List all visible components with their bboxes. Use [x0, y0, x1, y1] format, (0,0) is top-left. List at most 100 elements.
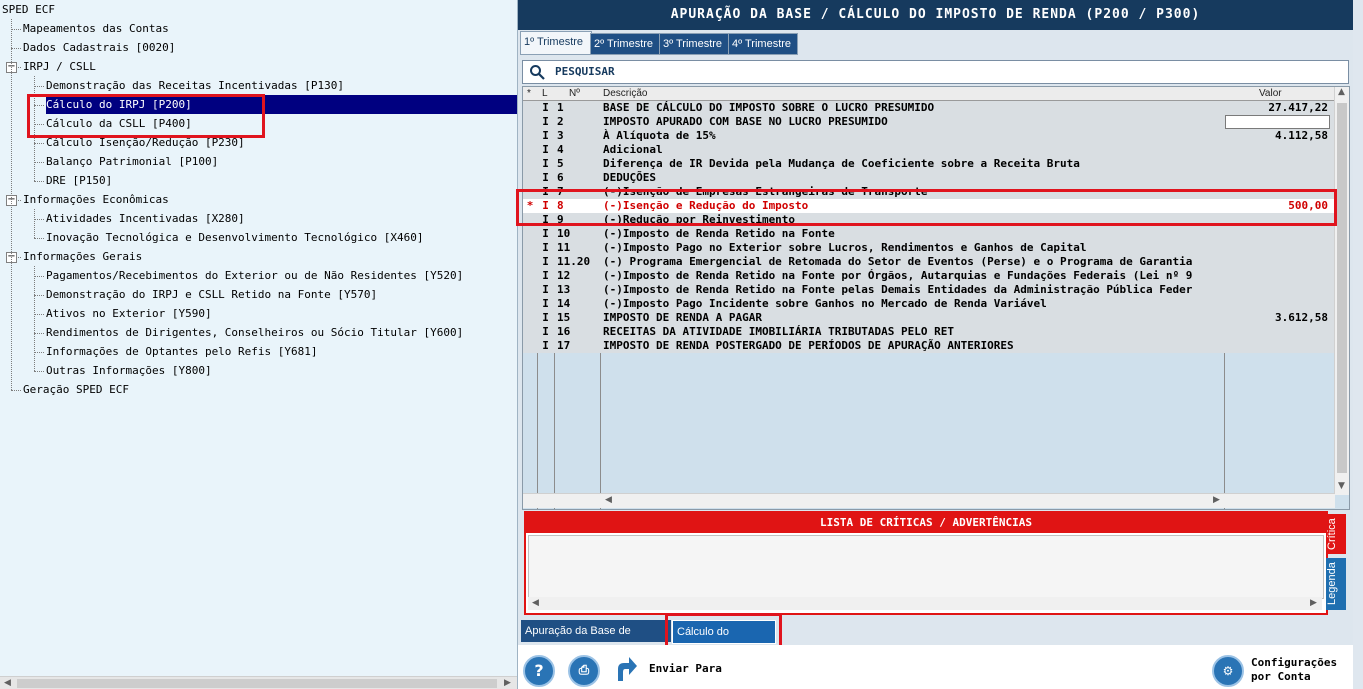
tab-2nd-quarter[interactable]: 2º Trimestre — [590, 33, 660, 55]
header-star: * — [527, 88, 531, 99]
enviar-label[interactable]: Enviar Para — [649, 662, 722, 675]
config-label-line1[interactable]: Configurações — [1251, 656, 1337, 669]
cell-valor[interactable]: 500,00 — [1225, 199, 1328, 213]
tree-item[interactable]: Dados Cadastrais [0020] — [23, 38, 175, 57]
tree-item[interactable]: SPED ECF — [2, 0, 55, 19]
cell-valor[interactable] — [1225, 227, 1328, 241]
send-icon[interactable] — [616, 655, 638, 683]
table-row[interactable]: I 7 (-)Isenção de Empresas Estrangeiras de… — [523, 185, 1335, 199]
cell-valor[interactable] — [1225, 213, 1328, 227]
cell-l: I — [542, 129, 549, 142]
grid-horizontal-scrollbar[interactable]: ◀ ▶ — [523, 493, 1335, 508]
scroll-right-icon[interactable]: ▶ — [1310, 598, 1317, 608]
table-row[interactable]: I 16 RECEITAS DA ATIVIDADE IMOBILIÁRIA TRI… — [523, 325, 1335, 339]
table-row[interactable]: I 14 (-)Imposto Pago Incidente sobre Ganho… — [523, 297, 1335, 311]
grid-vertical-scrollbar[interactable]: ▲ ▼ — [1334, 87, 1349, 495]
cell-n: 4 — [557, 143, 564, 156]
scroll-left-icon[interactable]: ◀ — [605, 495, 612, 505]
side-tab-critica[interactable]: Crítica — [1326, 514, 1346, 554]
cell-valor[interactable] — [1225, 143, 1328, 157]
search-label: PESQUISAR — [555, 65, 615, 78]
table-row[interactable]: I 1 BASE DE CÁLCULO DO IMPOSTO SOBRE O LUC… — [523, 101, 1335, 115]
tree-item[interactable]: Cálculo Isenção/Redução [P230] — [46, 133, 245, 152]
cell-valor[interactable] — [1225, 185, 1328, 199]
cell-valor[interactable] — [1225, 241, 1328, 255]
tree-item[interactable]: Rendimentos de Dirigentes, Conselheiros … — [46, 323, 463, 342]
tree-item[interactable]: Outras Informações [Y800] — [46, 361, 212, 380]
cell-valor[interactable]: 4.112,58 — [1225, 129, 1328, 143]
scroll-right-icon[interactable]: ▶ — [1213, 495, 1220, 505]
cell-valor[interactable] — [1225, 255, 1328, 269]
scroll-right-icon[interactable]: ▶ — [504, 678, 511, 688]
cell-desc: IMPOSTO APURADO COM BASE NO LUCRO PRESUM… — [603, 115, 888, 128]
table-row[interactable]: I 12 (-)Imposto de Renda Retido na Fonte p… — [523, 269, 1335, 283]
cell-n: 17 — [557, 339, 571, 352]
tab-1st-quarter[interactable]: 1º Trimestre — [520, 31, 592, 55]
tree-item[interactable]: Cálculo da CSLL [P400] — [46, 114, 192, 133]
cell-valor[interactable] — [1225, 157, 1328, 171]
scroll-left-icon[interactable]: ◀ — [4, 678, 11, 688]
tree-item[interactable]: Cálculo do IRPJ [P200] — [46, 95, 517, 114]
cell-valor[interactable]: 3.612,58 — [1225, 311, 1328, 325]
cell-valor[interactable] — [1225, 269, 1328, 283]
table-row[interactable]: I 4 Adicional — [523, 143, 1335, 157]
tree-item[interactable]: Ativos no Exterior [Y590] — [46, 304, 212, 323]
cell-valor[interactable] — [1225, 339, 1328, 353]
table-row[interactable]: I 17 IMPOSTO DE RENDA POSTERGADO DE PERÍOD… — [523, 339, 1335, 353]
cell-valor[interactable] — [1225, 115, 1330, 129]
tab-4th-quarter[interactable]: 4º Trimestre — [728, 33, 798, 55]
scroll-down-icon[interactable]: ▼ — [1338, 481, 1345, 491]
table-row[interactable]: I 6 DEDUÇÕES — [523, 171, 1335, 185]
cell-valor[interactable] — [1225, 297, 1328, 311]
table-row[interactable]: I 2 IMPOSTO APURADO COM BASE NO LUCRO PRES… — [523, 115, 1335, 129]
cell-l: I — [542, 325, 549, 338]
table-row[interactable]: * I 8 (-)Isenção e Redução do Imposto 500,00 — [523, 199, 1335, 213]
cell-valor[interactable]: 27.417,22 — [1225, 101, 1328, 115]
side-tab-legenda[interactable]: Legenda — [1326, 558, 1346, 610]
criticas-panel: LISTA DE CRÍTICAS / ADVERTÊNCIAS ◀ ▶ — [524, 511, 1328, 615]
tree-item[interactable]: Informações Gerais — [23, 247, 142, 266]
help-button[interactable]: ? — [523, 655, 555, 687]
config-label-line2[interactable]: por Conta — [1251, 670, 1311, 683]
table-row[interactable]: I 11.20 (-) Programa Emergencial de Retoma… — [523, 255, 1335, 269]
cell-desc: (-)Imposto de Renda Retido na Fonte — [603, 227, 835, 240]
tree-item[interactable]: Atividades Incentivadas [X280] — [46, 209, 245, 228]
cell-l: I — [542, 269, 549, 282]
table-row[interactable]: I 11 (-)Imposto Pago no Exterior sobre Luc… — [523, 241, 1335, 255]
tree-connector — [34, 162, 44, 163]
scroll-up-icon[interactable]: ▲ — [1338, 87, 1345, 97]
tree-item[interactable]: Inovação Tecnológica e Desenvolvimento T… — [46, 228, 424, 247]
table-row[interactable]: I 9 (-)Redução por Reinvestimento — [523, 213, 1335, 227]
tab-calculo-imposto[interactable]: Cálculo do Imposto — [672, 620, 776, 660]
tree-item[interactable]: Geração SPED ECF — [23, 380, 129, 399]
tree-item[interactable]: Pagamentos/Recebimentos do Exterior ou d… — [46, 266, 463, 285]
print-button[interactable]: ⎙ — [568, 655, 600, 687]
cell-valor[interactable] — [1225, 325, 1328, 339]
tree-item[interactable]: Demonstração das Receitas Incentivadas [… — [46, 76, 344, 95]
cell-valor[interactable] — [1225, 283, 1328, 297]
cell-valor[interactable] — [1225, 171, 1328, 185]
tree-item[interactable]: IRPJ / CSLL — [23, 57, 96, 76]
tree-item[interactable]: Informações Econômicas — [23, 190, 169, 209]
cell-n: 11 — [557, 241, 571, 254]
tree-item[interactable]: Balanço Patrimonial [P100] — [46, 152, 218, 171]
table-row[interactable]: I 13 (-)Imposto de Renda Retido na Fonte p… — [523, 283, 1335, 297]
tab-apuracao-base[interactable]: Apuração da Base de Cálculo — [521, 620, 671, 659]
tree-item[interactable]: Informações de Optantes pelo Refis [Y681… — [46, 342, 318, 361]
config-button[interactable]: ⚙ — [1212, 655, 1244, 687]
search-bar[interactable]: PESQUISAR — [522, 60, 1349, 84]
table-row[interactable]: I 15 IMPOSTO DE RENDA A PAGAR 3.612,58 — [523, 311, 1335, 325]
tree-scroll-thumb[interactable] — [17, 679, 497, 688]
table-row[interactable]: I 10 (-)Imposto de Renda Retido na Fonte — [523, 227, 1335, 241]
grid-scroll-thumb[interactable] — [1337, 103, 1347, 473]
cell-desc: Diferença de IR Devida pela Mudança de C… — [603, 157, 1080, 170]
tree-item[interactable]: Demonstração do IRPJ e CSLL Retido na Fo… — [46, 285, 377, 304]
tree-horizontal-scrollbar[interactable]: ◀ ▶ — [0, 676, 517, 689]
scroll-left-icon[interactable]: ◀ — [532, 598, 539, 608]
criticas-horizontal-scrollbar[interactable]: ◀ ▶ — [528, 597, 1322, 610]
tab-3rd-quarter[interactable]: 3º Trimestre — [659, 33, 729, 55]
tree-item[interactable]: Mapeamentos das Contas — [23, 19, 169, 38]
table-row[interactable]: I 5 Diferença de IR Devida pela Mudança de… — [523, 157, 1335, 171]
tree-item[interactable]: DRE [P150] — [46, 171, 112, 190]
table-row[interactable]: I3 À Alíquota de 15% 4.112,58 — [523, 129, 1335, 143]
